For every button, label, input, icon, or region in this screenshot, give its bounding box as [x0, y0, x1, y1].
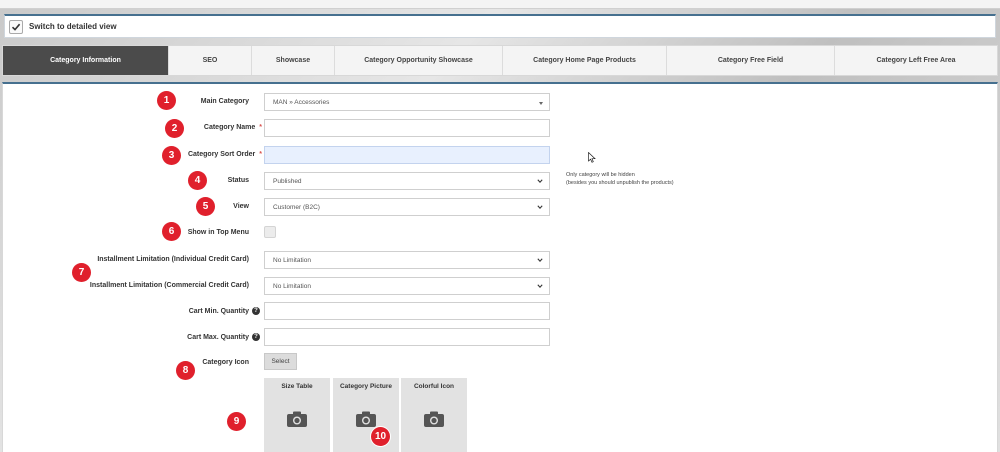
- view-value: Customer (B2C): [273, 203, 320, 211]
- required-mark: *: [259, 151, 262, 158]
- view-select[interactable]: Customer (B2C): [264, 198, 550, 216]
- installment-commercial-value: No Limitation: [273, 282, 311, 290]
- installment-individual-select[interactable]: No Limitation: [264, 251, 550, 269]
- size-table-upload[interactable]: Size Table: [264, 378, 330, 452]
- help-icon[interactable]: ?: [252, 307, 260, 315]
- status-note-line2: (besides you should unpublish the produc…: [566, 180, 674, 186]
- category-icon-select-button[interactable]: Select: [264, 353, 297, 370]
- cart-min-label: Cart Min. Quantity?: [189, 307, 260, 315]
- annotation-badge-7: 7: [72, 263, 91, 282]
- status-note-line1: Only category will be hidden: [566, 172, 635, 178]
- category-sort-order-input[interactable]: [264, 146, 550, 164]
- status-note: Only category will be hidden (besides yo…: [566, 171, 674, 187]
- installment-individual-value: No Limitation: [273, 256, 311, 264]
- help-icon[interactable]: ?: [252, 333, 260, 341]
- status-value: Published: [273, 177, 302, 185]
- installment-commercial-label: Installment Limitation (Commercial Credi…: [89, 282, 249, 289]
- size-table-caption: Size Table: [281, 383, 313, 390]
- status-label: Status: [227, 177, 249, 184]
- tab-category-opportunity-showcase[interactable]: Category Opportunity Showcase: [335, 46, 503, 75]
- annotation-badge-1: 1: [157, 91, 176, 110]
- annotation-badge-2: 2: [165, 119, 184, 138]
- show-in-top-menu-checkbox[interactable]: [264, 226, 276, 238]
- chevron-down-icon: [537, 179, 543, 184]
- annotation-badge-5: 5: [196, 197, 215, 216]
- camera-icon: [356, 411, 376, 427]
- annotation-badge-9: 9: [227, 412, 246, 431]
- tab-showcase[interactable]: Showcase: [252, 46, 335, 75]
- category-sort-order-label: Category Sort Order *: [187, 151, 262, 158]
- tab-category-home-page-products[interactable]: Category Home Page Products: [503, 46, 667, 75]
- tab-category-information[interactable]: Category Information: [3, 46, 169, 75]
- annotation-badge-3: 3: [162, 146, 181, 165]
- camera-icon: [287, 411, 307, 427]
- check-icon: [11, 23, 21, 31]
- chevron-down-icon: [537, 205, 543, 210]
- annotation-badge-10: 10: [371, 427, 390, 446]
- mouse-cursor-icon: [588, 152, 596, 163]
- tab-bar: Category Information SEO Showcase Catego…: [2, 45, 998, 76]
- category-picture-caption: Category Picture: [339, 383, 393, 390]
- main-category-label: Main Category: [200, 98, 249, 105]
- tab-category-left-free-area[interactable]: Category Left Free Area: [835, 46, 997, 75]
- show-in-top-menu-label: Show in Top Menu: [187, 229, 249, 236]
- main-category-select[interactable]: MAN » Accessories: [264, 93, 550, 111]
- switch-view-checkbox[interactable]: [9, 19, 23, 34]
- colorful-icon-upload[interactable]: Colorful Icon: [401, 378, 467, 452]
- main-category-value: MAN » Accessories: [273, 98, 330, 106]
- camera-icon: [424, 411, 444, 427]
- installment-individual-label: Installment Limitation (Individual Credi…: [97, 256, 249, 263]
- annotation-badge-6: 6: [162, 222, 181, 241]
- tab-category-free-field[interactable]: Category Free Field: [667, 46, 835, 75]
- tab-seo[interactable]: SEO: [169, 46, 252, 75]
- category-name-label: Category Name *: [203, 124, 262, 131]
- category-name-input[interactable]: [264, 119, 550, 137]
- cart-max-input[interactable]: [264, 328, 550, 346]
- chevron-down-icon: [537, 284, 543, 289]
- chevron-down-icon: [537, 258, 543, 263]
- view-label: View: [233, 203, 249, 210]
- status-select[interactable]: Published: [264, 172, 550, 190]
- installment-commercial-select[interactable]: No Limitation: [264, 277, 550, 295]
- category-icon-label: Category Icon: [202, 359, 249, 366]
- switch-view-bar: Switch to detailed view: [4, 14, 996, 38]
- cart-min-input[interactable]: [264, 302, 550, 320]
- colorful-icon-caption: Colorful Icon: [413, 383, 455, 390]
- caret-down-icon: [539, 102, 543, 105]
- annotation-badge-8: 8: [176, 361, 195, 380]
- switch-view-label[interactable]: Switch to detailed view: [29, 22, 117, 31]
- top-strip: [0, 0, 1000, 9]
- annotation-badge-4: 4: [188, 171, 207, 190]
- category-picture-upload[interactable]: Category Picture: [333, 378, 399, 452]
- cart-max-label: Cart Max. Quantity?: [187, 333, 260, 341]
- required-mark: *: [259, 124, 262, 131]
